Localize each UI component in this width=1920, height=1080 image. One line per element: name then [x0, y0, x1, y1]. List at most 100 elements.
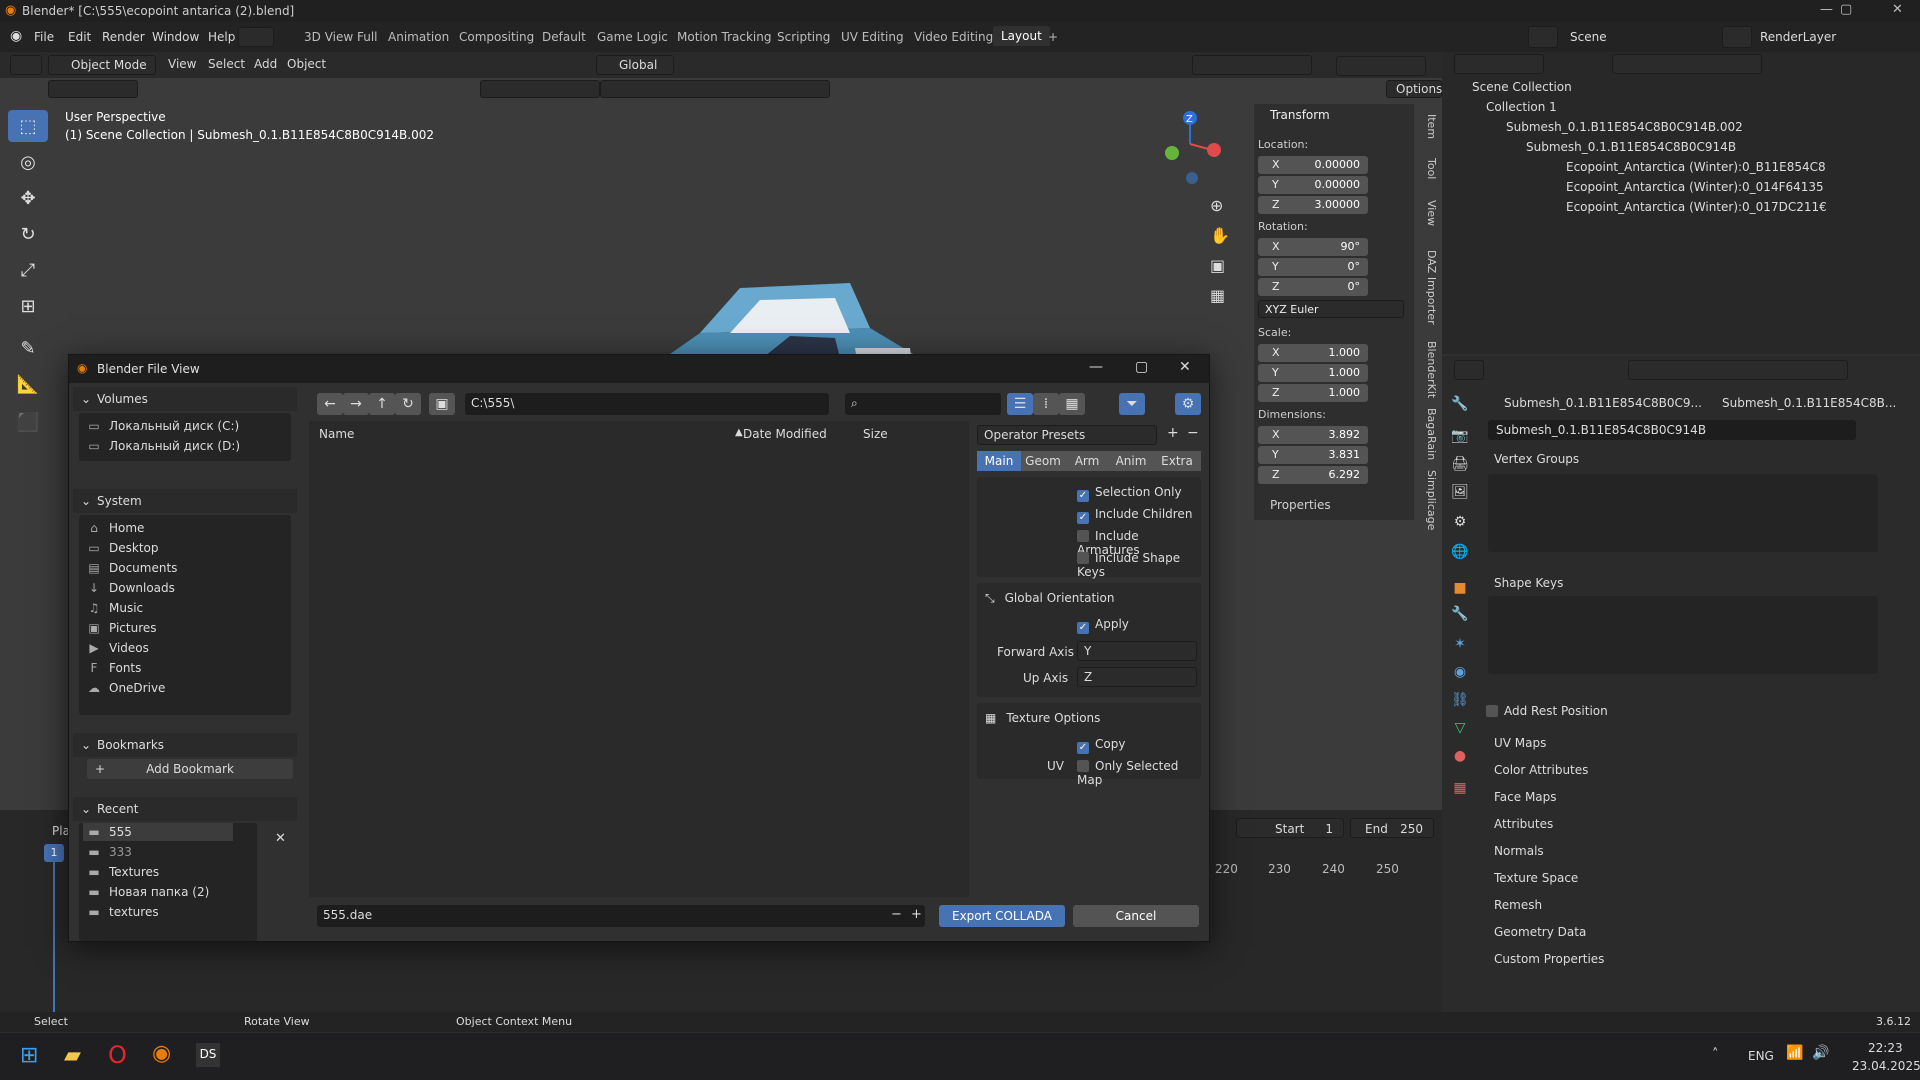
- recent-folder[interactable]: ▬ Новая папка (2): [87, 885, 209, 899]
- menu-help[interactable]: Help: [208, 30, 235, 44]
- playhead-line[interactable]: [53, 862, 55, 1012]
- tool-props-icon[interactable]: 🔧: [1448, 396, 1472, 412]
- column-date-modified[interactable]: Date Modified: [743, 427, 827, 441]
- refresh-icon[interactable]: ↻: [395, 393, 421, 415]
- tab-3d-view-full[interactable]: 3D View Full: [304, 30, 378, 44]
- tab-game-logic[interactable]: Game Logic: [597, 30, 668, 44]
- system-videos[interactable]: ▶ Videos: [87, 641, 149, 655]
- rotation-y-field[interactable]: Y 0°: [1258, 258, 1368, 276]
- rotation-x-field[interactable]: X 90°: [1258, 238, 1368, 256]
- view-layer-icon[interactable]: 🖼: [1448, 484, 1472, 500]
- panel-face-maps[interactable]: Face Maps: [1494, 790, 1557, 804]
- volume-d[interactable]: ▭ Локальный диск (D:): [87, 439, 240, 453]
- select-box-tool-icon[interactable]: ⬚: [8, 110, 48, 142]
- menu-file[interactable]: File: [34, 30, 54, 44]
- viewport-menu-view[interactable]: View: [168, 57, 196, 71]
- tab-scripting[interactable]: Scripting: [777, 30, 830, 44]
- dimension-z-field[interactable]: Z 6.292: [1258, 466, 1368, 484]
- add-rest-position-checkbox[interactable]: Add Rest Position: [1486, 704, 1608, 718]
- opera-browser-icon[interactable]: O: [108, 1041, 127, 1069]
- ortho-grid-icon[interactable]: ▦: [1210, 286, 1225, 305]
- tab-tool[interactable]: Tool: [1416, 154, 1438, 184]
- volumes-panel-header[interactable]: ⌄ Volumes: [73, 387, 297, 411]
- thumbnail-view-icon[interactable]: ▦: [1059, 393, 1085, 415]
- properties-subpanel[interactable]: Properties: [1270, 498, 1331, 512]
- outliner-material[interactable]: Ecopoint_Antarctica (Winter):0_014F64135: [1566, 180, 1824, 194]
- dimension-y-field[interactable]: Y 3.831: [1258, 446, 1368, 464]
- directory-path-input[interactable]: C:\555\: [465, 393, 829, 415]
- tab-default[interactable]: Default: [542, 30, 586, 44]
- data-props-icon[interactable]: ▽: [1448, 720, 1472, 736]
- settings-gear-icon[interactable]: ⚙: [1175, 393, 1201, 415]
- object-props-icon[interactable]: ■: [1448, 580, 1472, 596]
- vertex-groups-panel[interactable]: Vertex Groups: [1494, 452, 1579, 466]
- clear-recent-icon[interactable]: ✕: [275, 831, 286, 846]
- add-workspace-icon[interactable]: +: [1048, 30, 1058, 44]
- clock-time[interactable]: 22:23: [1868, 1041, 1903, 1055]
- tab-blenderkit[interactable]: BlenderKit: [1416, 340, 1438, 400]
- tab-uv-editing[interactable]: UV Editing: [841, 30, 904, 44]
- outliner-object[interactable]: Submesh_0.1.B11E854C8B0C914B.002: [1506, 120, 1743, 134]
- location-x-field[interactable]: X 0.00000: [1258, 156, 1368, 174]
- menu-window[interactable]: Window: [152, 30, 199, 44]
- scale-tool-icon[interactable]: ⤢: [8, 254, 48, 286]
- tab-video-editing[interactable]: Video Editing: [914, 30, 993, 44]
- forward-arrow-icon[interactable]: →: [343, 393, 369, 415]
- transform-panel-title[interactable]: Transform: [1270, 108, 1330, 122]
- panel-color-attributes[interactable]: Color Attributes: [1494, 763, 1588, 777]
- modifier-props-icon[interactable]: 🔧: [1448, 606, 1472, 622]
- scale-z-field[interactable]: Z 1.000: [1258, 384, 1368, 402]
- menu-edit[interactable]: Edit: [68, 30, 91, 44]
- filter-icon[interactable]: ⏷: [1119, 393, 1145, 415]
- bookmarks-panel-header[interactable]: ⌄ Bookmarks: [73, 733, 297, 757]
- rotation-z-field[interactable]: Z 0°: [1258, 278, 1368, 296]
- shape-keys-list[interactable]: [1488, 596, 1878, 674]
- menu-render[interactable]: Render: [102, 30, 145, 44]
- recent-folder[interactable]: ▬ Textures: [87, 865, 159, 879]
- navigation-gizmo[interactable]: Z: [1152, 108, 1232, 188]
- add-cube-tool-icon[interactable]: ⬛: [8, 406, 48, 438]
- filename-input[interactable]: 555.dae: [317, 905, 925, 927]
- cancel-button[interactable]: Cancel: [1073, 905, 1199, 927]
- list-view-icon[interactable]: ☰: [1007, 393, 1033, 415]
- daz-studio-icon[interactable]: DS: [196, 1043, 220, 1067]
- apply-checkbox[interactable]: ✓ Apply: [1077, 617, 1129, 634]
- clock-date[interactable]: 23.04.2025: [1852, 1059, 1920, 1073]
- dialog-close-icon[interactable]: ✕: [1179, 359, 1191, 375]
- system-onedrive[interactable]: ☁ OneDrive: [87, 681, 165, 695]
- material-props-icon[interactable]: ●: [1448, 748, 1472, 764]
- viewport-search-input[interactable]: [600, 80, 830, 98]
- particle-props-icon[interactable]: ✶: [1448, 636, 1472, 652]
- outliner-header[interactable]: [1454, 54, 1544, 74]
- sort-ascending-icon[interactable]: ▲: [735, 427, 743, 438]
- tab-motion-tracking[interactable]: Motion Tracking: [677, 30, 771, 44]
- tab-main[interactable]: Main: [977, 451, 1021, 471]
- dimension-x-field[interactable]: X 3.892: [1258, 426, 1368, 444]
- copy-checkbox[interactable]: ✓ Copy: [1077, 737, 1125, 754]
- properties-editor-type[interactable]: [1454, 360, 1484, 380]
- add-preset-icon[interactable]: +: [1167, 425, 1179, 441]
- recent-panel-header[interactable]: ⌄ Recent: [73, 797, 297, 821]
- outliner-mesh[interactable]: Submesh_0.1.B11E854C8B0C914B: [1526, 140, 1736, 154]
- volume-icon[interactable]: 🔊: [1812, 1045, 1829, 1061]
- start-frame-field[interactable]: Start 1: [1236, 818, 1344, 838]
- blender-menu-icon[interactable]: ◉: [10, 28, 22, 44]
- recent-folder[interactable]: ▬ 333: [87, 845, 132, 859]
- back-arrow-icon[interactable]: ←: [317, 393, 343, 415]
- measure-tool-icon[interactable]: 📐: [8, 368, 48, 400]
- tab-geom[interactable]: Geom: [1021, 451, 1065, 471]
- recent-folder[interactable]: ▬ textures: [87, 905, 158, 919]
- outliner-material[interactable]: Ecopoint_Antarctica (Winter):0_017DC211€: [1566, 200, 1827, 214]
- add-bookmark-button[interactable]: + Add Bookmark: [87, 759, 293, 779]
- dialog-minimize-icon[interactable]: —: [1089, 359, 1103, 375]
- global-orientation-header[interactable]: ⤡ Global Orientation: [985, 591, 1114, 606]
- select-mode-buttons[interactable]: [48, 80, 138, 98]
- panel-uv-maps[interactable]: UV Maps: [1494, 736, 1546, 750]
- tab-item[interactable]: Item: [1416, 112, 1438, 142]
- scene-browse-button[interactable]: [1528, 26, 1558, 48]
- viewport-shading-icons[interactable]: [480, 80, 600, 98]
- system-fonts[interactable]: F Fonts: [87, 661, 142, 675]
- recent-folder[interactable]: ▬ 555: [83, 823, 233, 841]
- panel-normals[interactable]: Normals: [1494, 844, 1544, 858]
- column-size[interactable]: Size: [863, 427, 888, 441]
